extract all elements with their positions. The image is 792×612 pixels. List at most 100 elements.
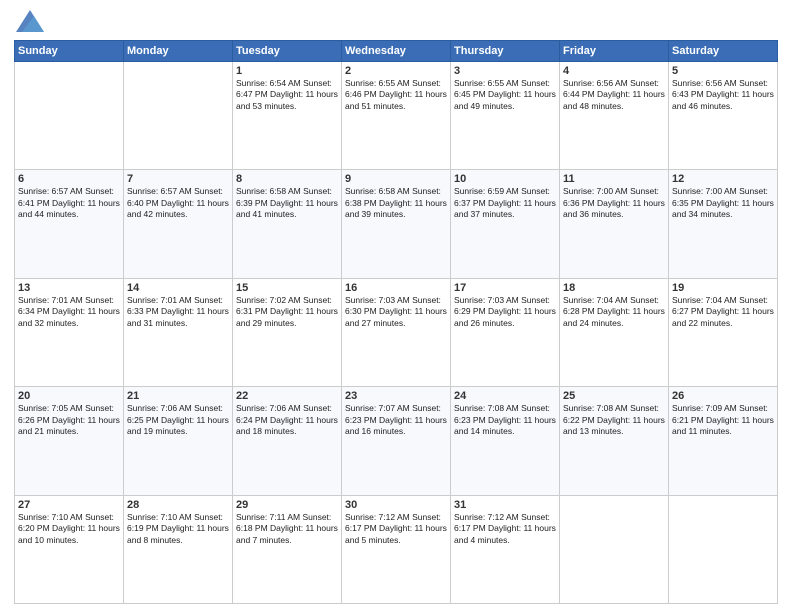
calendar-cell: 4Sunrise: 6:56 AM Sunset: 6:44 PM Daylig… — [560, 62, 669, 170]
cell-info: Sunrise: 6:56 AM Sunset: 6:43 PM Dayligh… — [672, 78, 774, 112]
calendar-cell: 28Sunrise: 7:10 AM Sunset: 6:19 PM Dayli… — [124, 495, 233, 603]
day-number: 10 — [454, 173, 556, 185]
cell-info: Sunrise: 6:54 AM Sunset: 6:47 PM Dayligh… — [236, 78, 338, 112]
weekday-header-monday: Monday — [124, 41, 233, 62]
weekday-header-sunday: Sunday — [15, 41, 124, 62]
cell-info: Sunrise: 7:10 AM Sunset: 6:19 PM Dayligh… — [127, 512, 229, 546]
calendar-cell: 5Sunrise: 6:56 AM Sunset: 6:43 PM Daylig… — [669, 62, 778, 170]
logo-icon — [16, 10, 44, 32]
cell-info: Sunrise: 7:05 AM Sunset: 6:26 PM Dayligh… — [18, 403, 120, 437]
calendar-cell: 9Sunrise: 6:58 AM Sunset: 6:38 PM Daylig… — [342, 170, 451, 278]
page: SundayMondayTuesdayWednesdayThursdayFrid… — [0, 0, 792, 612]
cell-info: Sunrise: 7:09 AM Sunset: 6:21 PM Dayligh… — [672, 403, 774, 437]
calendar-cell: 2Sunrise: 6:55 AM Sunset: 6:46 PM Daylig… — [342, 62, 451, 170]
day-number: 17 — [454, 282, 556, 294]
day-number: 21 — [127, 390, 229, 402]
cell-info: Sunrise: 7:01 AM Sunset: 6:34 PM Dayligh… — [18, 295, 120, 329]
day-number: 9 — [345, 173, 447, 185]
day-number: 23 — [345, 390, 447, 402]
calendar-table: SundayMondayTuesdayWednesdayThursdayFrid… — [14, 40, 778, 604]
calendar-cell: 11Sunrise: 7:00 AM Sunset: 6:36 PM Dayli… — [560, 170, 669, 278]
calendar-cell: 23Sunrise: 7:07 AM Sunset: 6:23 PM Dayli… — [342, 387, 451, 495]
cell-info: Sunrise: 6:57 AM Sunset: 6:41 PM Dayligh… — [18, 186, 120, 220]
calendar-cell: 10Sunrise: 6:59 AM Sunset: 6:37 PM Dayli… — [451, 170, 560, 278]
day-number: 19 — [672, 282, 774, 294]
day-number: 12 — [672, 173, 774, 185]
cell-info: Sunrise: 7:08 AM Sunset: 6:23 PM Dayligh… — [454, 403, 556, 437]
calendar-cell — [124, 62, 233, 170]
week-row-3: 13Sunrise: 7:01 AM Sunset: 6:34 PM Dayli… — [15, 278, 778, 386]
day-number: 24 — [454, 390, 556, 402]
calendar-cell: 24Sunrise: 7:08 AM Sunset: 6:23 PM Dayli… — [451, 387, 560, 495]
weekday-header-row: SundayMondayTuesdayWednesdayThursdayFrid… — [15, 41, 778, 62]
calendar-cell: 1Sunrise: 6:54 AM Sunset: 6:47 PM Daylig… — [233, 62, 342, 170]
calendar-cell: 30Sunrise: 7:12 AM Sunset: 6:17 PM Dayli… — [342, 495, 451, 603]
cell-info: Sunrise: 6:55 AM Sunset: 6:45 PM Dayligh… — [454, 78, 556, 112]
calendar-cell: 21Sunrise: 7:06 AM Sunset: 6:25 PM Dayli… — [124, 387, 233, 495]
day-number: 30 — [345, 499, 447, 511]
calendar-cell: 15Sunrise: 7:02 AM Sunset: 6:31 PM Dayli… — [233, 278, 342, 386]
cell-info: Sunrise: 7:03 AM Sunset: 6:29 PM Dayligh… — [454, 295, 556, 329]
cell-info: Sunrise: 7:01 AM Sunset: 6:33 PM Dayligh… — [127, 295, 229, 329]
day-number: 4 — [563, 65, 665, 77]
calendar-cell: 19Sunrise: 7:04 AM Sunset: 6:27 PM Dayli… — [669, 278, 778, 386]
day-number: 7 — [127, 173, 229, 185]
weekday-header-tuesday: Tuesday — [233, 41, 342, 62]
day-number: 28 — [127, 499, 229, 511]
weekday-header-wednesday: Wednesday — [342, 41, 451, 62]
week-row-1: 1Sunrise: 6:54 AM Sunset: 6:47 PM Daylig… — [15, 62, 778, 170]
cell-info: Sunrise: 7:06 AM Sunset: 6:25 PM Dayligh… — [127, 403, 229, 437]
day-number: 1 — [236, 65, 338, 77]
calendar-cell: 13Sunrise: 7:01 AM Sunset: 6:34 PM Dayli… — [15, 278, 124, 386]
day-number: 18 — [563, 282, 665, 294]
day-number: 2 — [345, 65, 447, 77]
calendar-cell: 25Sunrise: 7:08 AM Sunset: 6:22 PM Dayli… — [560, 387, 669, 495]
cell-info: Sunrise: 7:12 AM Sunset: 6:17 PM Dayligh… — [345, 512, 447, 546]
calendar-cell: 18Sunrise: 7:04 AM Sunset: 6:28 PM Dayli… — [560, 278, 669, 386]
week-row-4: 20Sunrise: 7:05 AM Sunset: 6:26 PM Dayli… — [15, 387, 778, 495]
cell-info: Sunrise: 7:04 AM Sunset: 6:27 PM Dayligh… — [672, 295, 774, 329]
cell-info: Sunrise: 7:10 AM Sunset: 6:20 PM Dayligh… — [18, 512, 120, 546]
cell-info: Sunrise: 7:11 AM Sunset: 6:18 PM Dayligh… — [236, 512, 338, 546]
calendar-cell: 22Sunrise: 7:06 AM Sunset: 6:24 PM Dayli… — [233, 387, 342, 495]
cell-info: Sunrise: 7:02 AM Sunset: 6:31 PM Dayligh… — [236, 295, 338, 329]
calendar-cell: 16Sunrise: 7:03 AM Sunset: 6:30 PM Dayli… — [342, 278, 451, 386]
calendar-cell: 17Sunrise: 7:03 AM Sunset: 6:29 PM Dayli… — [451, 278, 560, 386]
calendar-cell: 27Sunrise: 7:10 AM Sunset: 6:20 PM Dayli… — [15, 495, 124, 603]
cell-info: Sunrise: 7:03 AM Sunset: 6:30 PM Dayligh… — [345, 295, 447, 329]
day-number: 27 — [18, 499, 120, 511]
day-number: 22 — [236, 390, 338, 402]
weekday-header-thursday: Thursday — [451, 41, 560, 62]
day-number: 6 — [18, 173, 120, 185]
cell-info: Sunrise: 6:55 AM Sunset: 6:46 PM Dayligh… — [345, 78, 447, 112]
calendar-cell: 3Sunrise: 6:55 AM Sunset: 6:45 PM Daylig… — [451, 62, 560, 170]
cell-info: Sunrise: 7:07 AM Sunset: 6:23 PM Dayligh… — [345, 403, 447, 437]
cell-info: Sunrise: 7:00 AM Sunset: 6:36 PM Dayligh… — [563, 186, 665, 220]
week-row-2: 6Sunrise: 6:57 AM Sunset: 6:41 PM Daylig… — [15, 170, 778, 278]
day-number: 25 — [563, 390, 665, 402]
day-number: 3 — [454, 65, 556, 77]
day-number: 20 — [18, 390, 120, 402]
cell-info: Sunrise: 6:59 AM Sunset: 6:37 PM Dayligh… — [454, 186, 556, 220]
calendar-cell — [669, 495, 778, 603]
calendar-cell — [15, 62, 124, 170]
cell-info: Sunrise: 7:04 AM Sunset: 6:28 PM Dayligh… — [563, 295, 665, 329]
weekday-header-friday: Friday — [560, 41, 669, 62]
day-number: 15 — [236, 282, 338, 294]
day-number: 13 — [18, 282, 120, 294]
weekday-header-saturday: Saturday — [669, 41, 778, 62]
cell-info: Sunrise: 7:08 AM Sunset: 6:22 PM Dayligh… — [563, 403, 665, 437]
calendar-cell: 20Sunrise: 7:05 AM Sunset: 6:26 PM Dayli… — [15, 387, 124, 495]
calendar-cell: 6Sunrise: 6:57 AM Sunset: 6:41 PM Daylig… — [15, 170, 124, 278]
day-number: 16 — [345, 282, 447, 294]
day-number: 5 — [672, 65, 774, 77]
calendar-cell: 14Sunrise: 7:01 AM Sunset: 6:33 PM Dayli… — [124, 278, 233, 386]
day-number: 8 — [236, 173, 338, 185]
day-number: 29 — [236, 499, 338, 511]
cell-info: Sunrise: 7:12 AM Sunset: 6:17 PM Dayligh… — [454, 512, 556, 546]
day-number: 14 — [127, 282, 229, 294]
cell-info: Sunrise: 7:06 AM Sunset: 6:24 PM Dayligh… — [236, 403, 338, 437]
cell-info: Sunrise: 7:00 AM Sunset: 6:35 PM Dayligh… — [672, 186, 774, 220]
calendar-cell: 26Sunrise: 7:09 AM Sunset: 6:21 PM Dayli… — [669, 387, 778, 495]
cell-info: Sunrise: 6:56 AM Sunset: 6:44 PM Dayligh… — [563, 78, 665, 112]
